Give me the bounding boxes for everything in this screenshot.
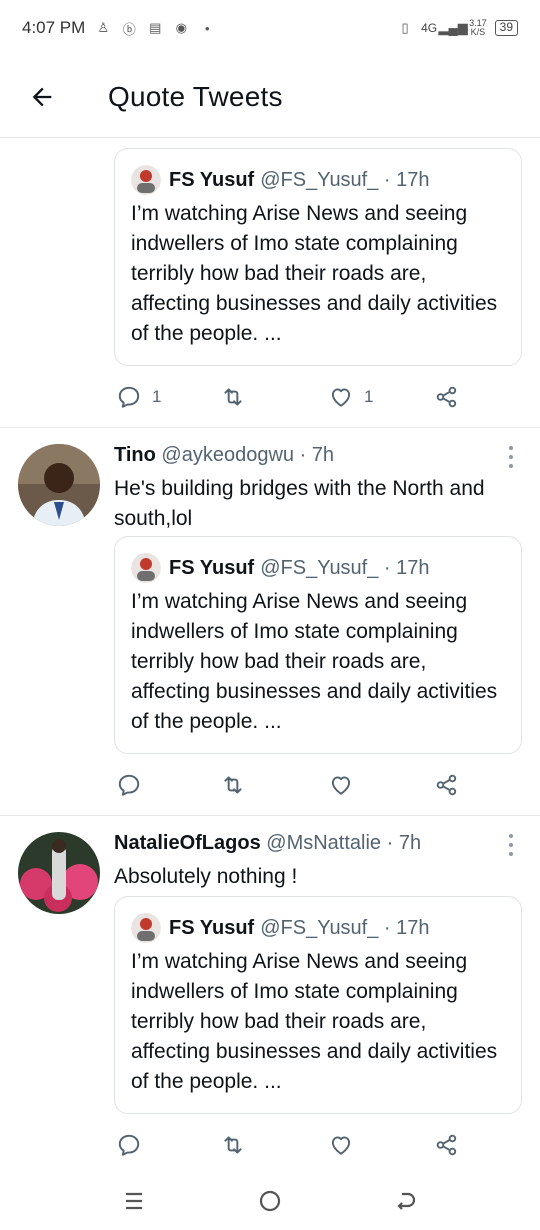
back-nav-button[interactable] (386, 1186, 426, 1216)
author-handle: @MsNattalie · 7h (266, 832, 422, 854)
tweet[interactable]: FS Yusuf @FS_Yusuf_ · 17h I’m watching A… (0, 138, 540, 428)
dot-icon: • (205, 20, 210, 36)
arrow-left-icon (32, 87, 52, 106)
heart-icon (331, 776, 351, 795)
comment-icon (118, 1134, 140, 1156)
tweet[interactable]: NatalieOfLagos @MsNattalie · 7h Absolute… (0, 816, 540, 1200)
status-bar: 4:07 PM ♙ ⓑ ▤ ◉ • ▯ 4G ▂▄▆ 3.17 K/S 39 (0, 0, 540, 56)
page-title: Quote Tweets (108, 80, 283, 112)
network-type: 4G (421, 21, 438, 35)
notification-icon: ▤ (149, 20, 162, 35)
retweet-button[interactable] (220, 1130, 246, 1160)
author-name[interactable]: Tino (114, 444, 156, 466)
tweet-text: Absolutely nothing ! (114, 865, 298, 888)
share-icon (436, 386, 457, 408)
like-count: 1 (364, 387, 374, 406)
share-button[interactable] (434, 770, 460, 800)
avatar[interactable] (18, 444, 100, 526)
back-nav-icon (397, 1192, 416, 1210)
like-button[interactable] (328, 1130, 354, 1160)
tweet-header: Tino @aykeodogwu · 7h (114, 444, 334, 467)
reply-count: 1 (152, 387, 162, 406)
tweet-actions (116, 1130, 466, 1160)
retweet-icon (224, 776, 242, 794)
author-name[interactable]: NatalieOfLagos (114, 832, 261, 854)
reply-button[interactable] (116, 1130, 142, 1160)
tweet-actions: 1 1 (116, 382, 466, 412)
quoted-tweet-text: I’m watching Arise News and seeing indwe… (131, 202, 498, 345)
recent-apps-button[interactable] (114, 1186, 154, 1216)
tweet[interactable]: Tino @aykeodogwu · 7h He's building brid… (0, 428, 540, 816)
share-icon (436, 774, 457, 796)
quoted-tweet-card[interactable]: FS Yusuf @FS_Yusuf_ · 17h I’m watching A… (114, 148, 522, 366)
quoted-tweet-text: I’m watching Arise News and seeing indwe… (131, 590, 498, 733)
more-options-button[interactable] (506, 446, 516, 468)
retweet-icon (224, 1136, 242, 1154)
quoted-tweet-card[interactable]: FS Yusuf @FS_Yusuf_ · 17h I’m watching A… (114, 896, 522, 1114)
reply-button[interactable]: 1 (116, 382, 161, 412)
notification-icon: ♙ (97, 20, 110, 35)
network-speed: 3.17 K/S (469, 18, 487, 37)
avatar (131, 913, 161, 943)
vibrate-icon: ▯ (401, 20, 409, 35)
quote-tweets-feed: FS Yusuf @FS_Yusuf_ · 17h I’m watching A… (0, 138, 540, 1200)
status-time: 4:07 PM (22, 18, 86, 37)
quoted-author-handle: @FS_Yusuf_ · 17h (260, 168, 430, 191)
author-handle: @aykeodogwu · 7h (161, 444, 335, 466)
menu-icon (126, 1192, 142, 1210)
more-vertical-icon (509, 834, 513, 838)
tweet-header: NatalieOfLagos @MsNattalie · 7h (114, 832, 421, 855)
retweet-button[interactable] (220, 382, 246, 412)
back-button[interactable] (20, 75, 64, 119)
share-button[interactable] (434, 382, 460, 412)
quoted-author-name: FS Yusuf (169, 556, 255, 579)
comment-icon (118, 386, 140, 408)
quoted-author-name: FS Yusuf (169, 168, 255, 191)
heart-icon (331, 388, 351, 407)
comment-icon (118, 774, 140, 796)
battery-icon: 39 (494, 20, 518, 36)
reply-button[interactable] (116, 770, 142, 800)
share-button[interactable] (434, 1130, 460, 1160)
heart-icon (331, 1136, 351, 1155)
like-button[interactable]: 1 (328, 382, 373, 412)
quoted-tweet-header: FS Yusuf @FS_Yusuf_ · 17h (131, 165, 430, 195)
tweet-actions (116, 770, 466, 800)
system-navigation-bar (0, 1170, 540, 1230)
quoted-tweet-header: FS Yusuf @FS_Yusuf_ · 17h (131, 913, 430, 943)
avatar (131, 165, 161, 195)
more-options-button[interactable] (506, 834, 516, 856)
signal-icon: ▂▄▆ (438, 20, 468, 35)
tweet-text: He's building bridges with the North and… (114, 477, 485, 530)
avatar[interactable] (18, 832, 100, 914)
avatar (131, 553, 161, 583)
more-vertical-icon (509, 446, 513, 450)
top-header: Quote Tweets (0, 56, 540, 138)
quoted-tweet-text: I’m watching Arise News and seeing indwe… (131, 950, 498, 1093)
like-button[interactable] (328, 770, 354, 800)
notification-icon: ⓑ (122, 21, 136, 37)
share-icon (436, 1134, 457, 1156)
quoted-author-name: FS Yusuf (169, 916, 255, 939)
quoted-tweet-header: FS Yusuf @FS_Yusuf_ · 17h (131, 553, 430, 583)
quoted-author-handle: @FS_Yusuf_ · 17h (260, 916, 430, 939)
quoted-tweet-card[interactable]: FS Yusuf @FS_Yusuf_ · 17h I’m watching A… (114, 536, 522, 754)
home-circle-icon (259, 1190, 281, 1212)
retweet-button[interactable] (220, 770, 246, 800)
messenger-icon: ◉ (175, 20, 187, 35)
quoted-author-handle: @FS_Yusuf_ · 17h (260, 556, 430, 579)
home-button[interactable] (250, 1186, 290, 1216)
retweet-icon (224, 388, 242, 406)
